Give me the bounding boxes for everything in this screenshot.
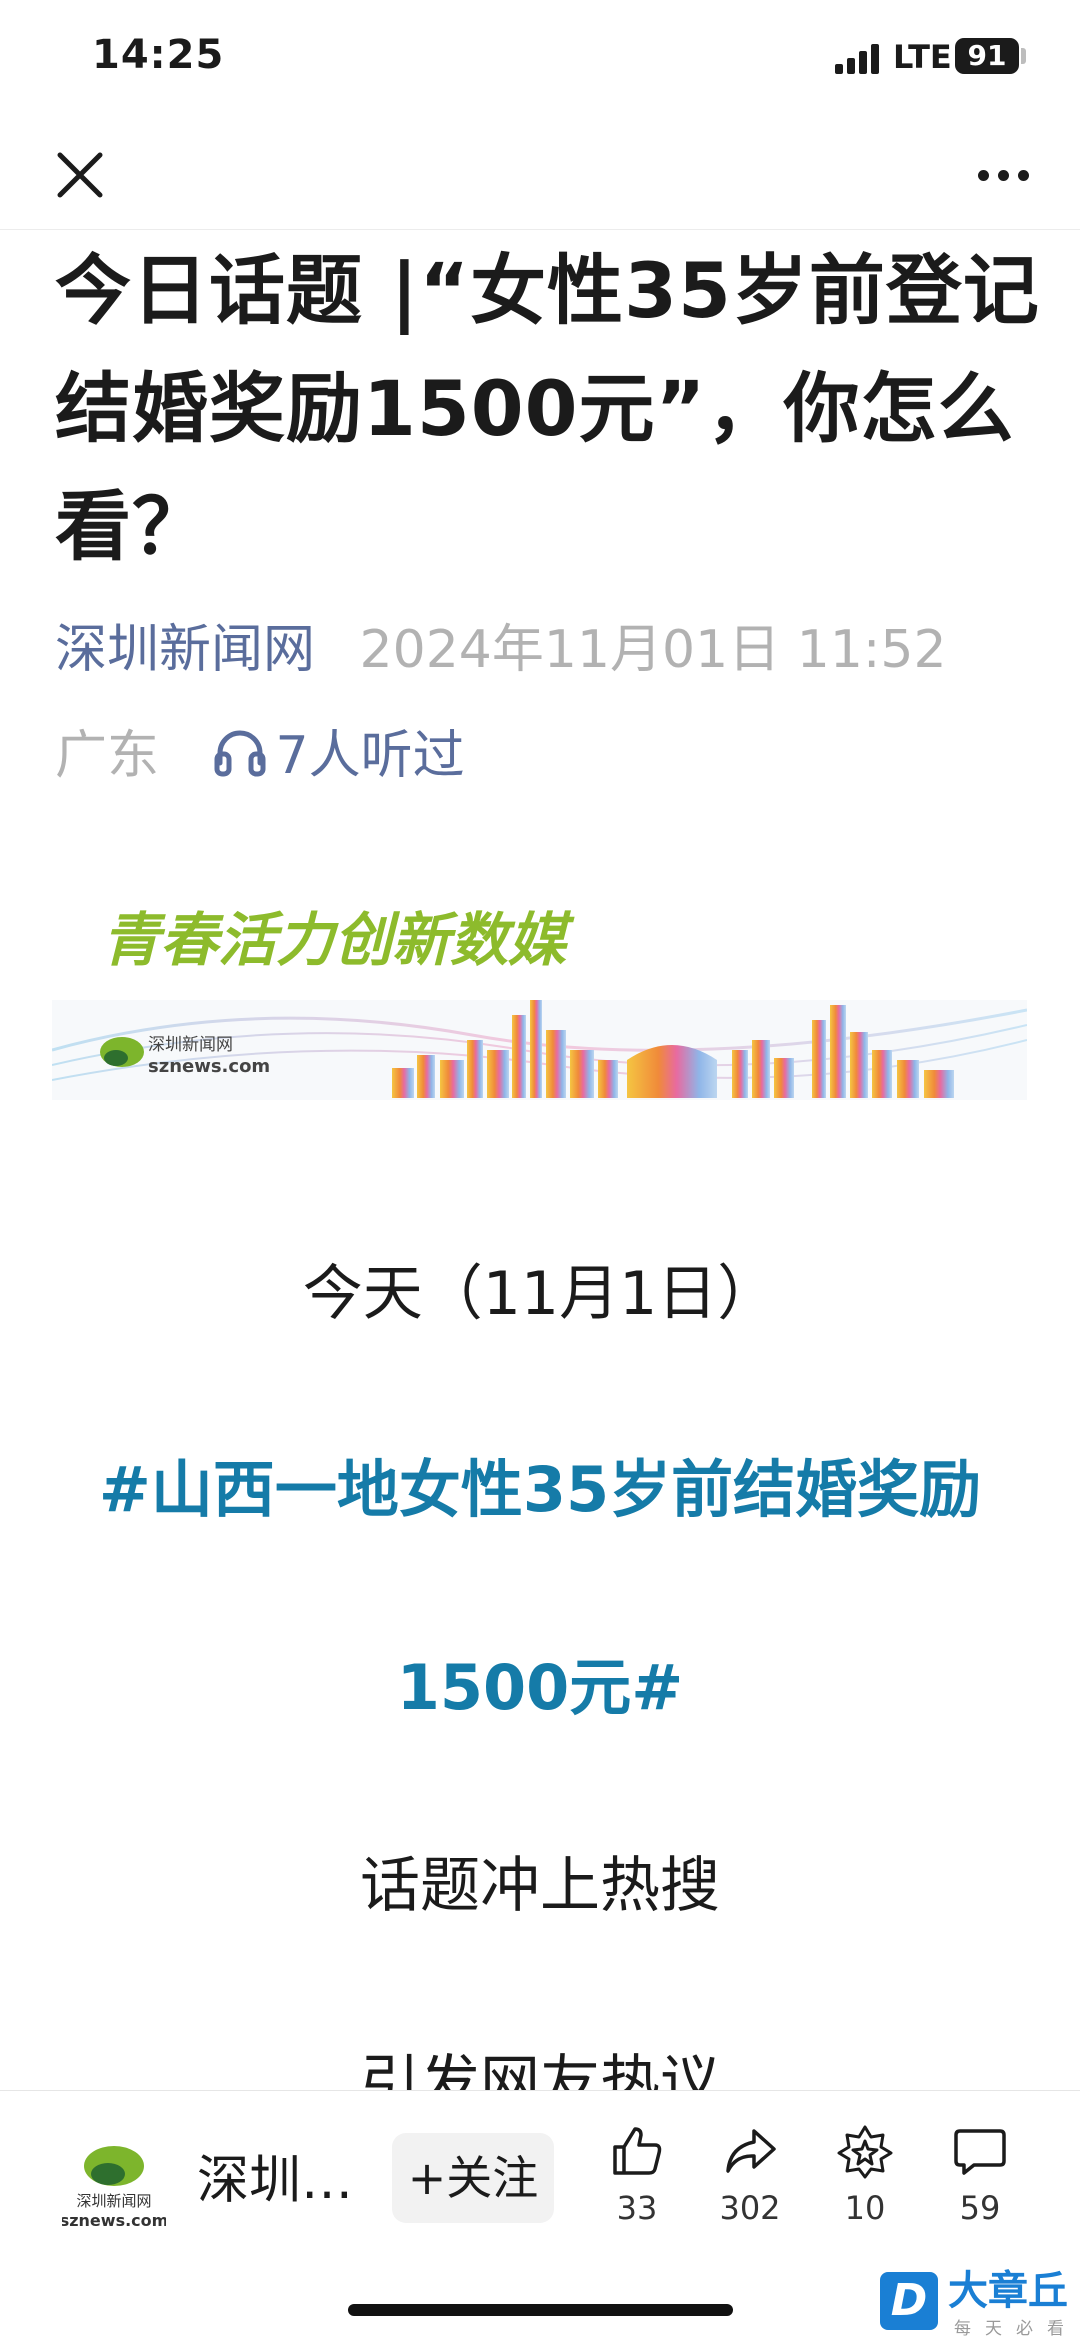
headphone-icon	[214, 730, 266, 777]
account-avatar[interactable]: 深圳新闻网 sznews.com	[60, 2126, 168, 2236]
banner-logo-domain: sznews.com	[148, 1056, 270, 1077]
star-icon	[837, 2125, 893, 2179]
watermark-name: 大章丘	[948, 2268, 1068, 2314]
recommend-count: 10	[844, 2189, 886, 2227]
region-label: 广东	[55, 726, 160, 786]
signal-icon	[835, 44, 879, 74]
topic-link-line-2[interactable]: 1500元#	[0, 1648, 1080, 1728]
banner-logo-text: 深圳新闻网	[148, 1035, 233, 1055]
share-count: 302	[719, 2189, 781, 2227]
comment-icon	[954, 2129, 1006, 2175]
battery-icon: 91	[955, 38, 1019, 74]
account-logo-domain: sznews.com	[62, 2211, 166, 2230]
topic-link-line-1[interactable]: #山西一地女性35岁前结婚奖励	[0, 1450, 1080, 1530]
like-button[interactable]: 33	[582, 2123, 692, 2227]
account-logo-text: 深圳新闻网	[76, 2192, 151, 2210]
account-name[interactable]: 深圳…	[197, 2141, 353, 2221]
article-meta: 深圳新闻网 2024年11月01日 11:52	[55, 612, 947, 688]
share-button[interactable]: 302	[695, 2123, 805, 2227]
source-link[interactable]: 深圳新闻网	[55, 620, 315, 680]
share-icon	[726, 2129, 776, 2173]
thumbs-up-icon	[613, 2127, 662, 2175]
network-type: LTE	[893, 38, 952, 76]
watermark-logo-icon: D	[880, 2272, 938, 2330]
follow-button[interactable]: +关注	[392, 2133, 554, 2223]
article-title: 今日话题 |“女性35岁前登记结婚奖励1500元”，你怎么看？	[55, 246, 1040, 571]
recommend-button[interactable]: 10	[810, 2123, 920, 2227]
status-bar: 14:25 LTE 91	[0, 0, 1080, 120]
home-indicator[interactable]	[348, 2304, 733, 2316]
comment-button[interactable]: 59	[925, 2123, 1035, 2227]
banner-image: 青春活力创新数媒 深圳新闻网 sznews.com	[51, 900, 1028, 1100]
nav-bar	[0, 120, 1080, 230]
paragraph-1: 今天（11月1日）	[302, 1259, 778, 1329]
banner-slogan: 青春活力创新数媒	[102, 906, 575, 974]
status-time: 14:25	[92, 32, 225, 78]
close-icon[interactable]	[50, 145, 110, 205]
more-icon[interactable]	[970, 160, 1040, 190]
watermark-slogan: 每天必看	[954, 2319, 1078, 2337]
battery-tip	[1021, 48, 1026, 64]
comment-count: 59	[959, 2189, 1001, 2227]
publish-date: 2024年11月01日 11:52	[359, 620, 947, 680]
paragraph-2: 话题冲上热搜	[360, 1851, 720, 1921]
listen-count: 7人听过	[275, 726, 465, 786]
watermark: D 大章丘 每天必看	[880, 2268, 1080, 2337]
listen-button[interactable]: 7人听过	[212, 726, 465, 786]
article-meta-2: 广东 7人听过	[55, 718, 465, 794]
like-count: 33	[616, 2189, 658, 2227]
